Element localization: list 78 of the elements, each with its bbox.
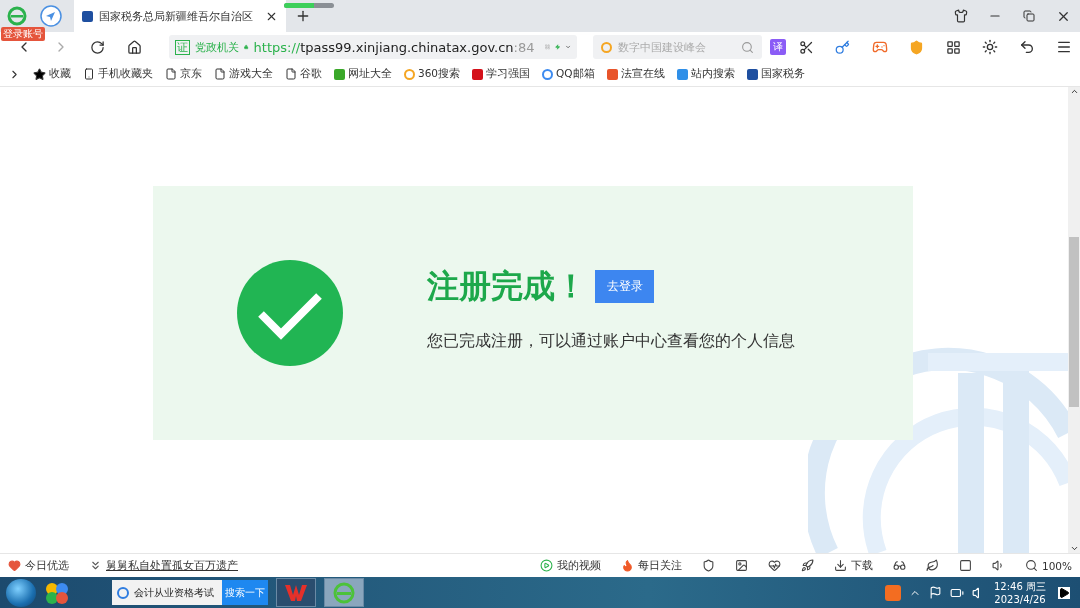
apps-icon[interactable]: [945, 39, 961, 55]
success-title: 注册完成！: [427, 265, 587, 307]
play-icon[interactable]: [539, 559, 553, 572]
page-icon: [165, 68, 177, 80]
status-label[interactable]: 每日关注: [637, 558, 682, 573]
search-placeholder: 数字中国建设峰会: [618, 39, 708, 55]
bookmark-link[interactable]: 游戏大全: [229, 67, 273, 81]
search-engine-icon: [601, 41, 613, 53]
flame-icon[interactable]: [620, 559, 634, 572]
page-icon: [214, 68, 226, 80]
loading-bar: [284, 3, 334, 8]
search-value: 会计从业资格考试: [134, 585, 214, 600]
chevrons-down-icon[interactable]: [89, 559, 102, 572]
bookmark-link[interactable]: 京东: [180, 67, 202, 81]
skin-icon[interactable]: [954, 9, 968, 23]
clock-time[interactable]: 12:46 周三: [994, 579, 1046, 593]
status-label[interactable]: 今日优选: [25, 558, 69, 573]
lock-icon: [244, 42, 249, 52]
heart-pulse-icon[interactable]: [767, 559, 781, 572]
success-message: 您已完成注册，可以通过账户中心查看您的个人信息: [427, 330, 795, 352]
key-icon[interactable]: [835, 39, 851, 55]
url-text: https://tpass99.xinjiang.chinatax.gov.cn:84: [253, 39, 535, 55]
bookmark-link[interactable]: 国家税务: [760, 67, 805, 81]
speaker-icon[interactable]: [991, 559, 1005, 572]
zoom-icon[interactable]: [1024, 559, 1038, 572]
new-tab-icon[interactable]: [295, 8, 311, 24]
shield-icon[interactable]: [701, 559, 715, 572]
bookmark-link[interactable]: 法宣在线: [620, 67, 665, 81]
image-icon[interactable]: [734, 559, 748, 572]
bookmark-link[interactable]: 网址大全: [348, 67, 392, 81]
rocket-icon[interactable]: [800, 559, 814, 572]
app-logo-icon[interactable]: [44, 580, 70, 605]
navigation-icon[interactable]: [40, 5, 62, 27]
scroll-down-icon[interactable]: [1069, 544, 1079, 553]
scissors-icon[interactable]: [798, 39, 814, 55]
bookmark-link[interactable]: 谷歌: [300, 67, 322, 81]
restore-icon[interactable]: [1023, 10, 1035, 22]
brightness-icon[interactable]: [982, 39, 998, 55]
phone-icon: [83, 68, 95, 80]
bookmark-link[interactable]: 收藏: [49, 67, 71, 81]
success-check-icon: [237, 260, 343, 366]
home-icon[interactable]: [127, 39, 143, 55]
start-button[interactable]: [6, 578, 36, 607]
clock-date[interactable]: 2023/4/26: [994, 592, 1046, 606]
glasses-icon[interactable]: [892, 559, 906, 572]
status-label[interactable]: 100%: [1041, 559, 1072, 572]
account-badge[interactable]: 登录账号: [1, 27, 45, 41]
certificate-badge: 证: [175, 39, 191, 55]
show-desktop-icon[interactable]: [1058, 586, 1070, 599]
browser-tab[interactable]: 国家税务总局新疆维吾尔自治区: [74, 0, 286, 32]
translate-button[interactable]: 译: [769, 39, 786, 55]
bookmark-link[interactable]: 360搜索: [418, 67, 461, 81]
leaf-icon[interactable]: [925, 559, 939, 572]
taskbar-search-field[interactable]: 会计从业资格考试: [112, 580, 222, 605]
bookmark-link[interactable]: QQ邮箱: [556, 67, 595, 81]
gamepad-icon[interactable]: [871, 39, 888, 55]
news-link[interactable]: 舅舅私自处置孤女百万遗产: [106, 558, 238, 573]
bookmark-link[interactable]: 站内搜索: [690, 67, 735, 81]
scroll-up-icon[interactable]: [1069, 87, 1079, 96]
tab-title: 国家税务总局新疆维吾尔自治区: [99, 8, 254, 24]
flag-icon[interactable]: [929, 586, 942, 599]
status-label[interactable]: 我的视频: [556, 558, 601, 573]
window-icon[interactable]: [958, 559, 972, 572]
page-icon: [285, 68, 297, 80]
reload-icon[interactable]: [90, 39, 106, 55]
star-icon: [33, 67, 46, 81]
browser-logo-icon: [116, 585, 130, 600]
scrollbar[interactable]: [1068, 87, 1080, 553]
heart-icon[interactable]: [8, 559, 21, 572]
download-icon[interactable]: [833, 559, 847, 572]
status-label[interactable]: 下载: [850, 558, 873, 573]
undo-icon[interactable]: [1018, 39, 1035, 55]
menu-icon[interactable]: [1055, 39, 1072, 55]
bookmark-link[interactable]: 手机收藏夹: [98, 67, 153, 81]
search-button[interactable]: 搜索一下: [222, 580, 268, 605]
site-type-label: 党政机关: [195, 39, 240, 55]
login-button[interactable]: 去登录: [595, 270, 654, 303]
bookmark-link[interactable]: 学习强国: [486, 67, 531, 81]
